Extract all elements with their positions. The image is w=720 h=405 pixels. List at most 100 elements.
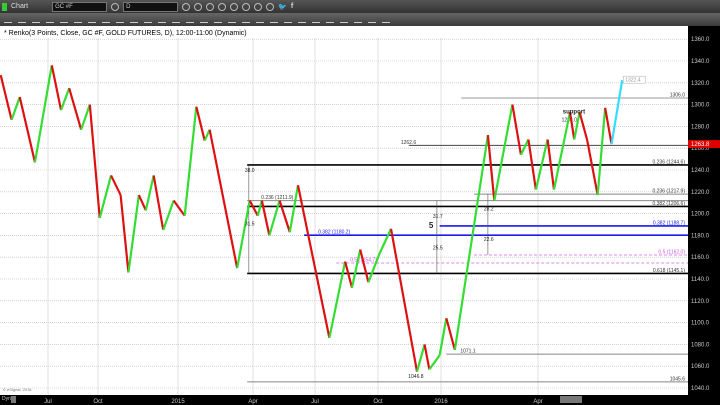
gann-tool-icon[interactable] — [74, 16, 82, 23]
x-tick-label: Jul — [311, 399, 319, 405]
renko-segment — [18, 96, 37, 163]
y-tick-label: 1140.0 — [691, 277, 710, 283]
renko-segment — [278, 200, 291, 233]
y-tick-label: 1280.0 — [691, 124, 710, 130]
list-tool-icon[interactable] — [354, 16, 362, 23]
vline-tool-icon[interactable] — [32, 16, 40, 23]
renko-segment — [415, 344, 426, 372]
renko-segment — [300, 204, 331, 339]
annotation-label: 28.2 — [484, 206, 494, 212]
pen-tool-icon[interactable] — [158, 16, 166, 23]
polygon-tool-icon[interactable] — [130, 16, 138, 23]
arrow-down-tool-icon[interactable] — [284, 16, 292, 23]
draw-icon[interactable] — [194, 2, 203, 11]
angle-tool-icon[interactable] — [312, 16, 320, 23]
renko-segment — [127, 194, 140, 273]
renko-segment — [152, 175, 165, 231]
panel-tool-icon[interactable] — [340, 16, 348, 23]
bars-tool-icon[interactable] — [242, 16, 250, 23]
chart-window-icon — [2, 2, 7, 11]
y-tick-label: 1080.0 — [691, 342, 710, 348]
chart-area[interactable]: 1306.01262.61283.00.236 (1244.6)0.236 (1… — [0, 26, 688, 395]
projection-segment — [610, 80, 624, 145]
time-axis[interactable]: Dyn Jul Oct 2015 Apr Jul Oct 2016 Apr — [0, 395, 720, 405]
fib-level-label: 1306.0 — [670, 93, 686, 99]
price-axis[interactable]: 1040.0 1060.0 1080.0 1100.0 1120.0 1140.0 1160… — [688, 26, 720, 395]
regression-tool-icon[interactable] — [88, 16, 96, 23]
renko-segment — [10, 96, 21, 121]
fib-level-label: 1071.1 — [460, 349, 476, 355]
box-tool-icon[interactable] — [298, 16, 306, 23]
annotation-label: 5 — [429, 221, 434, 230]
text-tool-icon[interactable] — [256, 16, 264, 23]
annotation-label: 38.0 — [245, 168, 255, 174]
y-tick-label: 1200.0 — [691, 212, 710, 218]
x-tick-label: 2015 — [171, 399, 185, 405]
renko-segment — [296, 185, 304, 206]
renko-segment — [208, 129, 239, 269]
renko-segment — [359, 249, 370, 283]
comment-icon[interactable] — [266, 2, 275, 11]
percent-tool-icon[interactable] — [326, 16, 334, 23]
renko-segment — [236, 200, 251, 269]
circle-tool-icon[interactable] — [200, 16, 208, 23]
interval-input[interactable]: D — [123, 1, 179, 12]
hline-tool-icon[interactable] — [18, 16, 26, 23]
renko-segment — [519, 138, 530, 156]
line-tool-icon[interactable] — [4, 16, 12, 23]
twitter-icon[interactable]: 🐦 — [278, 3, 287, 11]
eye-tool-icon[interactable] — [368, 16, 376, 23]
renko-segment — [389, 228, 419, 372]
x-tick-label: Oct — [93, 399, 103, 405]
y-tick-label: 1360.0 — [691, 37, 710, 43]
channel-tool-icon[interactable] — [186, 16, 194, 23]
fib-level-label: 0.236 (1217.9) — [652, 189, 685, 195]
export-tool-icon[interactable] — [382, 16, 390, 23]
y-tick-label: 1320.0 — [691, 81, 710, 87]
y-tick-label: 1300.0 — [691, 103, 710, 109]
renko-segment — [137, 194, 147, 211]
link-icon[interactable] — [254, 2, 263, 11]
chart-header: * Renko(3 Points, Close, GC #F, GOLD FUT… — [4, 30, 247, 37]
renko-segment — [578, 111, 589, 140]
fib-level-label: 0.382 (1188.7) — [653, 220, 685, 226]
title-bar: Chart GC #F D 🐦 f — [0, 0, 720, 13]
symbol-lookup-icon[interactable] — [111, 2, 120, 11]
renko-segment — [511, 104, 523, 155]
renko-segment — [350, 249, 362, 288]
cycle-tool-icon[interactable] — [172, 16, 180, 23]
renko-segment — [428, 354, 441, 371]
x-tick-label: Apr — [248, 399, 257, 405]
fib-level-label: 0.5 (1162.0) — [658, 250, 685, 256]
lines-tool-icon[interactable] — [228, 16, 236, 23]
renko-segment — [195, 106, 206, 141]
renko-segment — [596, 107, 607, 196]
triangle-tool-icon[interactable] — [144, 16, 152, 23]
fib-level-label: 0.236 (1211.9) — [261, 195, 293, 201]
facebook-icon[interactable]: f — [291, 3, 293, 10]
equal-tool-icon[interactable] — [214, 16, 222, 23]
renko-segment — [162, 200, 175, 231]
arrow-up-tool-icon[interactable] — [270, 16, 278, 23]
renko-segment — [445, 317, 456, 351]
renko-segment — [378, 228, 393, 255]
renko-segment — [68, 87, 83, 130]
settings-icon[interactable] — [230, 2, 239, 11]
renko-segment — [288, 185, 300, 233]
interval-lookup-icon[interactable] — [182, 2, 191, 11]
help-icon[interactable] — [242, 2, 251, 11]
y-tick-label: 1220.0 — [691, 190, 710, 196]
rectangle-tool-icon[interactable] — [116, 16, 124, 23]
fib-level-label: 0.382 (1206.6) — [652, 201, 685, 207]
renko-segment — [80, 104, 91, 131]
refresh-icon[interactable] — [206, 2, 215, 11]
renko-segment — [50, 65, 63, 111]
x-tick-label: Oct — [373, 399, 383, 405]
ellipse-tool-icon[interactable] — [102, 16, 110, 23]
symbol-input[interactable]: GC #F — [52, 1, 108, 12]
fib-tool-icon[interactable] — [60, 16, 68, 23]
trend-tool-icon[interactable] — [46, 16, 54, 23]
print-icon[interactable] — [218, 2, 227, 11]
renko-segment — [119, 194, 130, 273]
y-tick-label: 1100.0 — [691, 321, 710, 327]
